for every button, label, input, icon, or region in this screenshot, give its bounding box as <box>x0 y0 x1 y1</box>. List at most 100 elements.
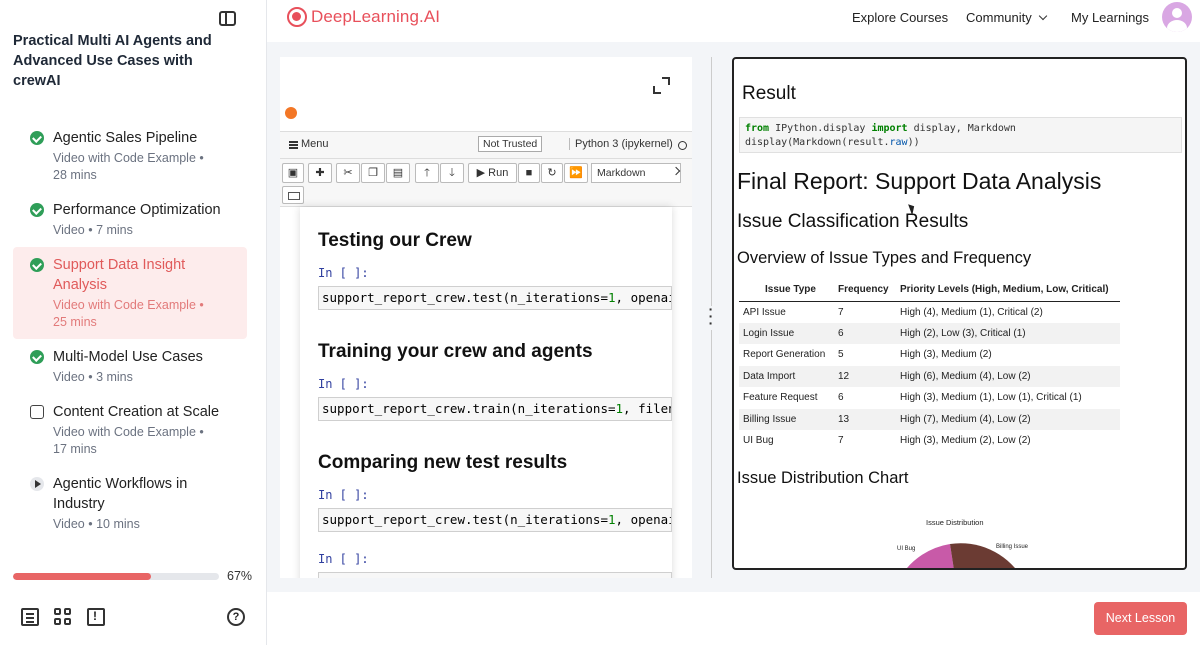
jupyter-toolbar: ▣ ✚ ✂ ❐ ▤ 🡑 🡓 ▶ Run ■ ↻ ⏩ Markdown <box>280 159 692 207</box>
expand-icon[interactable] <box>653 77 670 94</box>
move-up-icon[interactable]: 🡑 <box>415 163 439 183</box>
lesson-meta: Video • 10 mins <box>53 517 140 531</box>
table-row: Data Import 12 High (6), Medium (4), Low (… <box>739 365 1120 387</box>
lesson-title: Multi-Model Use Cases <box>53 349 203 365</box>
lesson-meta: Video • 3 mins <box>53 370 133 384</box>
logo-mark-icon <box>287 7 307 27</box>
code-input[interactable] <box>318 572 672 578</box>
table-header: Issue Type <box>739 279 834 302</box>
input-prompt: In [ ]: <box>318 377 369 391</box>
logo-text: DeepLearning.AI <box>311 7 441 26</box>
code-input[interactable]: support_report_crew.test(n_iterations=1,… <box>318 508 672 532</box>
drag-handle-icon[interactable]: · · · <box>706 302 716 330</box>
cell-heading: Training your crew and agents <box>318 341 593 362</box>
nav-my-learnings[interactable]: My Learnings <box>1071 10 1149 25</box>
jupyter-logo-icon <box>285 107 297 119</box>
code-input[interactable]: support_report_crew.train(n_iterations=1… <box>318 397 672 421</box>
logo[interactable]: DeepLearning.AI <box>287 6 440 28</box>
notebook-icon <box>30 405 44 419</box>
trust-indicator[interactable]: Not Trusted <box>478 136 543 152</box>
check-circle-icon <box>30 258 44 272</box>
code-input[interactable]: support_report_crew.test(n_iterations=1,… <box>318 286 672 310</box>
grid-icon[interactable] <box>54 608 72 626</box>
progress-track <box>13 573 219 580</box>
lesson-item[interactable]: Performance Optimization Video • 7 mins <box>13 192 247 247</box>
lesson-title: Performance Optimization <box>53 202 221 218</box>
jupyter-menubar: Menu Not Trusted Python 3 (ipykernel) <box>280 131 692 159</box>
lesson-item[interactable]: Multi-Model Use Cases Video • 3 mins <box>13 339 247 394</box>
lesson-meta: Video with Code Example • 17 mins <box>53 425 204 456</box>
chart-heading: Issue Distribution Chart <box>737 469 909 487</box>
lesson-title: Content Creation at Scale <box>53 404 220 420</box>
input-prompt: In [ ]: <box>318 266 369 280</box>
sidebar-toggle-icon[interactable] <box>219 11 236 26</box>
course-progress: 67% <box>13 569 253 585</box>
lesson-title: Agentic Sales Pipeline <box>53 130 198 146</box>
notebook-panel: Menu Not Trusted Python 3 (ipykernel) ▣ … <box>280 57 692 578</box>
chevron-down-icon <box>1038 11 1047 21</box>
document-icon[interactable] <box>21 608 39 626</box>
lesson-footer: Next Lesson <box>267 592 1200 645</box>
nav-community[interactable]: Community <box>966 10 1047 25</box>
lesson-title: Support Data Insight Analysis <box>53 257 186 293</box>
paste-icon[interactable]: ▤ <box>386 163 410 183</box>
table-header-row: Issue Type Frequency Priority Levels (Hi… <box>739 279 1120 302</box>
kernel-status-icon <box>678 141 687 150</box>
hamburger-icon[interactable] <box>289 141 298 143</box>
add-cell-icon[interactable]: ✚ <box>308 163 332 183</box>
feedback-icon[interactable] <box>87 608 105 626</box>
notebook-body: Testing our Crew In [ ]: support_report_… <box>300 207 672 578</box>
run-button[interactable]: ▶ Run <box>468 163 517 183</box>
fast-forward-icon[interactable]: ⏩ <box>564 163 588 183</box>
table-row: Report Generation 5 High (3), Medium (2) <box>743 349 992 361</box>
pie-chart <box>907 543 1015 568</box>
help-icon[interactable]: ? <box>227 608 245 626</box>
nav-explore-courses[interactable]: Explore Courses <box>852 10 948 25</box>
lesson-meta: Video with Code Example • 28 mins <box>53 151 204 182</box>
restart-icon[interactable]: ↻ <box>541 163 563 183</box>
progress-label: 67% <box>227 569 253 583</box>
pie-slice <box>950 543 1015 568</box>
progress-fill <box>13 573 152 580</box>
cut-icon[interactable]: ✂ <box>336 163 360 183</box>
table-row: UI Bug 7 High (3), Medium (2), Low (2) <box>743 435 1031 447</box>
cell-heading: Comparing new test results <box>318 452 568 473</box>
notebook-cell: Testing our Crew In [ ]: support_report_… <box>318 230 672 310</box>
notebook-cell: Comparing new test results In [ ]: suppo… <box>318 452 672 532</box>
table-row: Billing Issue 13 High (7), Medium (4), Low… <box>739 408 1120 430</box>
table-header: Priority Levels (High, Medium, Low, Crit… <box>896 279 1120 302</box>
table-row: Login Issue 6 High (2), Low (3), Critical … <box>739 322 1120 344</box>
result-title: Result <box>742 83 796 104</box>
lesson-item[interactable]: Content Creation at Scale Video with Cod… <box>13 394 247 466</box>
course-title: Practical Multi AI Agents and Advanced U… <box>13 33 212 89</box>
menu-button[interactable]: Menu <box>301 138 329 150</box>
avatar[interactable] <box>1162 2 1192 32</box>
notebook-cell: In [ ]: <box>318 552 672 578</box>
lesson-list: Agentic Sales Pipeline Video with Code E… <box>13 120 247 541</box>
result-panel: Result from IPython.display import displ… <box>732 57 1187 570</box>
play-circle-icon <box>30 477 44 491</box>
table-row: Feature Request 6 High (3), Medium (1), Lo… <box>743 392 1082 404</box>
save-icon[interactable]: ▣ <box>282 163 304 183</box>
pie-chart-title: Issue Distribution <box>926 518 984 527</box>
keyboard-icon[interactable] <box>282 186 304 204</box>
check-circle-icon <box>30 203 44 217</box>
notebook-cell: Training your crew and agents In [ ]: su… <box>318 341 672 421</box>
section-heading: Issue Classification Results <box>737 211 969 232</box>
top-nav: DeepLearning.AI Explore Courses Communit… <box>267 0 1200 42</box>
stop-icon[interactable]: ■ <box>518 163 540 183</box>
move-down-icon[interactable]: 🡓 <box>440 163 464 183</box>
lesson-item[interactable]: Agentic Workflows in Industry Video • 10… <box>13 466 247 541</box>
lesson-item[interactable]: Agentic Sales Pipeline Video with Code E… <box>13 120 247 192</box>
copy-icon[interactable]: ❐ <box>361 163 385 183</box>
input-prompt: In [ ]: <box>318 552 369 566</box>
subsection-heading: Overview of Issue Types and Frequency <box>737 249 1032 267</box>
result-code: from IPython.display import display, Mar… <box>739 117 1182 153</box>
cell-type-select[interactable]: Markdown <box>591 163 681 183</box>
kernel-indicator[interactable]: Python 3 (ipykernel) <box>569 138 673 150</box>
next-lesson-button[interactable]: Next Lesson <box>1094 602 1187 635</box>
jupyter-header <box>280 104 692 120</box>
table-header: Frequency <box>834 279 896 302</box>
check-circle-icon <box>30 131 44 145</box>
lesson-item-active[interactable]: Support Data Insight Analysis Video with… <box>13 247 247 339</box>
